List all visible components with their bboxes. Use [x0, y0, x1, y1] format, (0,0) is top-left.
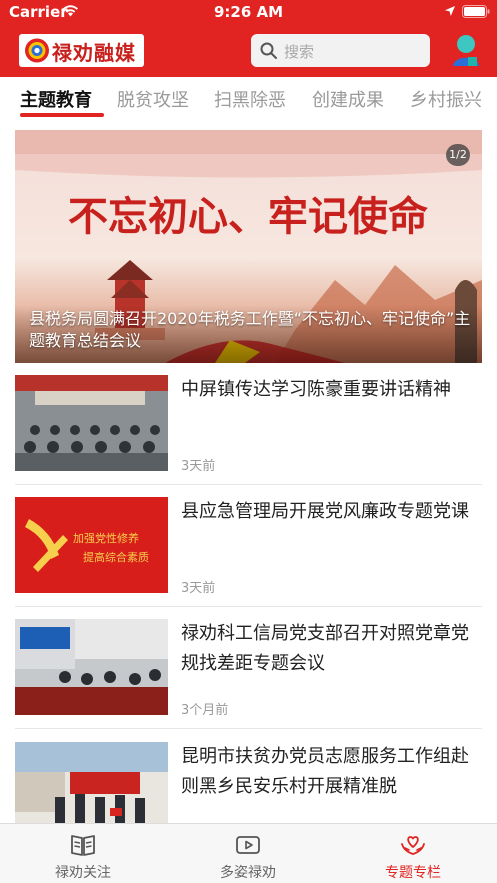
banner-headline: 不忘初心、牢记使命	[68, 193, 428, 240]
user-avatar-icon[interactable]	[451, 33, 481, 67]
logo-swirl-icon	[25, 38, 49, 63]
book-icon	[71, 835, 95, 856]
article-item[interactable]: 加强党性修养 提高综合素质 县应急管理局开展党风廉政专题党课 3天前	[15, 497, 482, 619]
nav-luquan-guanzhu[interactable]: 禄劝关注	[23, 824, 143, 883]
thumb-slogan-2: 提高综合素质	[83, 550, 149, 564]
nav-label: 多姿禄劝	[220, 865, 276, 881]
logo-text: 禄劝融媒	[52, 41, 136, 65]
hands-heart-icon	[401, 836, 425, 855]
tab-xiangcun-zhenxing[interactable]: 乡村振兴	[410, 86, 482, 112]
bottom-tab-bar: 禄劝关注 多姿禄劝 专题专栏	[0, 823, 497, 883]
nav-label: 专题专栏	[385, 865, 441, 881]
video-icon	[236, 836, 260, 854]
battery-icon	[462, 5, 490, 18]
divider	[15, 728, 482, 729]
banner-caption[interactable]: 县税务局圆满召开2020年税务工作暨“不忘初心、牢记使命”主题教育总结会议	[29, 308, 477, 352]
thumb-slogan-1: 加强党性修养	[73, 531, 139, 545]
status-bar: Carrier 9:26 AM	[0, 0, 497, 24]
search-placeholder: 搜索	[284, 43, 315, 61]
banner-page-indicator: 1/2	[446, 144, 470, 166]
search-box[interactable]: 搜索	[251, 34, 430, 67]
article-item[interactable]: 禄劝科工信局党支部召开对照党章党规找差距专题会议 3个月前	[15, 619, 482, 741]
article-thumbnail	[15, 619, 168, 715]
divider	[15, 606, 482, 607]
article-title: 禄劝科工信局党支部召开对照党章党规找差距专题会议	[181, 623, 469, 674]
article-time: 3天前	[181, 581, 216, 596]
location-arrow-icon	[445, 6, 455, 16]
article-time: 3天前	[181, 459, 216, 474]
article-title: 昆明市扶贫办党员志愿服务工作组赴则黑乡民安乐村开展精准脱	[181, 746, 469, 797]
tab-tuopin-gongjian[interactable]: 脱贫攻坚	[117, 86, 189, 112]
nav-zhuanti-zhuanlan[interactable]: 专题专栏	[353, 824, 473, 883]
tab-zhuti-jiaoyu[interactable]: 主题教育	[20, 86, 92, 112]
article-title: 县应急管理局开展党风廉政专题党课	[181, 501, 469, 522]
tab-chuangjian-chengguo[interactable]: 创建成果	[312, 86, 384, 112]
search-icon	[260, 42, 277, 59]
article-item[interactable]: 中屏镇传达学习陈豪重要讲话精神 3天前	[15, 375, 482, 497]
nav-duozi-luquan[interactable]: 多姿禄劝	[188, 824, 308, 883]
article-thumbnail: 加强党性修养 提高综合素质	[15, 497, 168, 593]
status-time: 9:26 AM	[213, 3, 284, 21]
active-tab-indicator	[20, 113, 104, 117]
article-thumbnail	[15, 375, 168, 471]
tab-saohei-chue[interactable]: 扫黑除恶	[214, 86, 286, 112]
article-time: 3个月前	[181, 703, 229, 718]
article-title: 中屏镇传达学习陈豪重要讲话精神	[181, 379, 451, 400]
category-tabs: 主题教育 脱贫攻坚 扫黑除恶 创建成果 乡村振兴	[0, 77, 497, 122]
app-logo[interactable]: 禄劝融媒	[19, 34, 144, 67]
nav-label: 禄劝关注	[55, 865, 111, 881]
divider	[15, 484, 482, 485]
top-bar: Carrier 9:26 AM 禄劝融媒 搜索	[0, 0, 497, 77]
